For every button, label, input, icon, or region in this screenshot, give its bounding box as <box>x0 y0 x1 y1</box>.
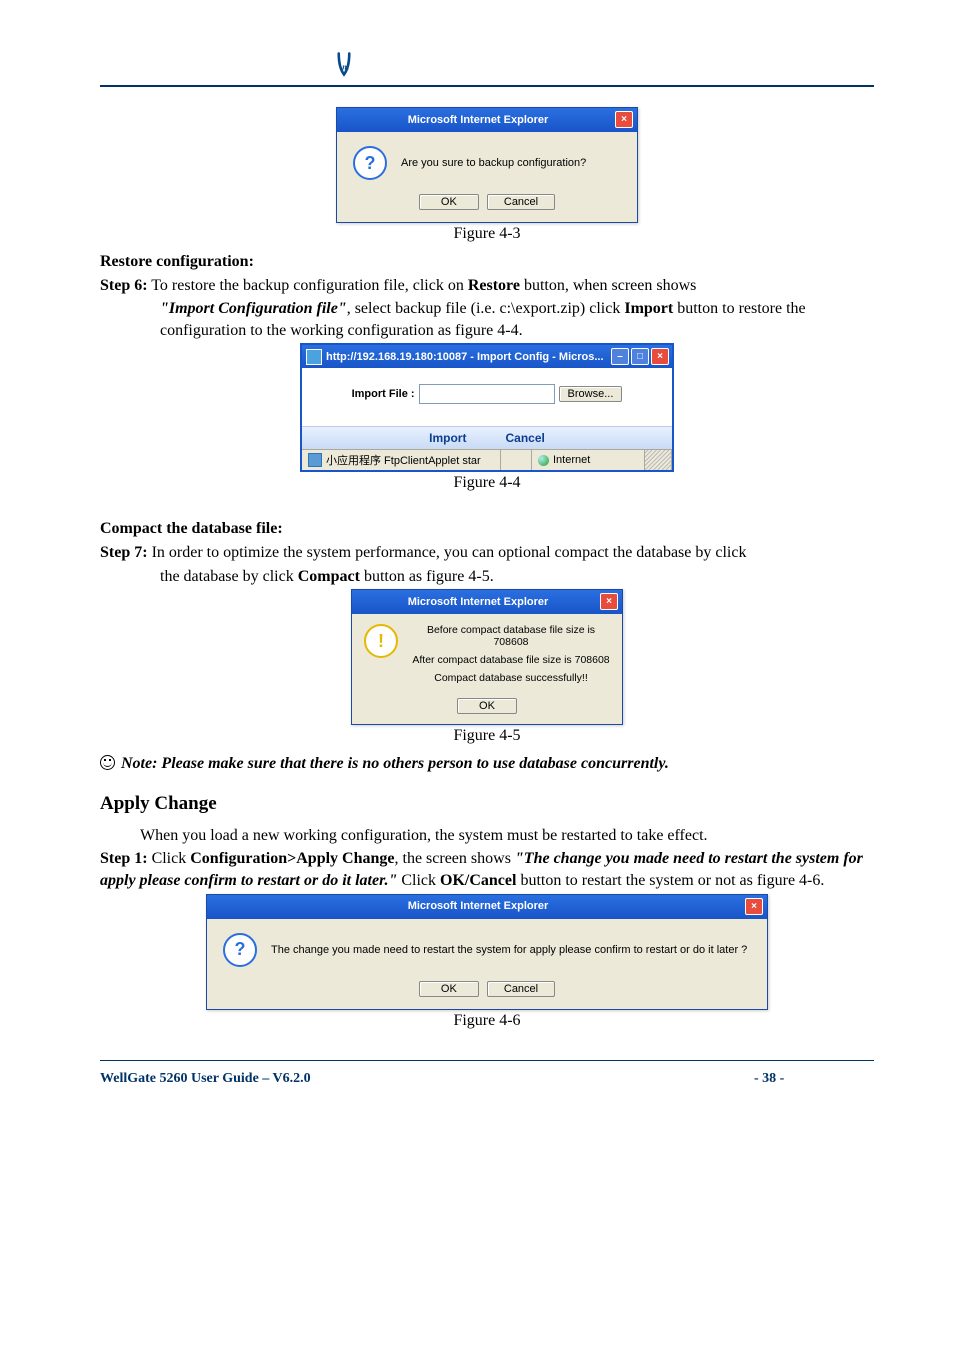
fig45-dialog: Microsoft Internet Explorer × ! Before c… <box>351 589 623 725</box>
fig43-message: Are you sure to backup configuration? <box>401 157 586 169</box>
close-icon[interactable]: × <box>615 111 633 128</box>
fig44-caption: Figure 4-4 <box>100 474 874 492</box>
question-icon: ? <box>353 146 387 180</box>
fig44-statusbar: 小应用程序 FtpClientApplet star Internet <box>302 449 672 470</box>
maximize-icon[interactable]: □ <box>631 348 649 365</box>
step7-label: Step 7: <box>100 544 148 561</box>
ok-button[interactable]: OK <box>419 194 479 210</box>
apply-change-heading: Apply Change <box>100 793 874 815</box>
fig45-msg1: Before compact database file size is 708… <box>412 624 610 648</box>
step6-label: Step 6: <box>100 277 148 294</box>
import-link[interactable]: Import <box>429 431 466 445</box>
restore-step: Step 6: To restore the backup configurat… <box>100 275 874 297</box>
compact-step: Step 7: In order to optimize the system … <box>100 542 874 564</box>
minimize-icon[interactable]: – <box>611 348 629 365</box>
fig44-window: http://192.168.19.180:10087 - Import Con… <box>300 343 674 472</box>
fig46-title: Microsoft Internet Explorer <box>213 900 743 912</box>
apply-step: Step 1: Click Configuration>Apply Change… <box>100 848 874 891</box>
fig46-caption: Figure 4-6 <box>100 1012 874 1030</box>
question-icon: ? <box>223 933 257 967</box>
fig45-title: Microsoft Internet Explorer <box>358 596 598 608</box>
applet-icon <box>308 453 322 467</box>
close-icon[interactable]: × <box>600 593 618 610</box>
footer-page: - 38 - <box>754 1071 874 1087</box>
resize-grip[interactable] <box>645 450 672 470</box>
warning-icon: ! <box>364 624 398 658</box>
brand-text: m <box>342 61 349 71</box>
fig45-titlebar: Microsoft Internet Explorer × <box>352 590 622 614</box>
browse-button[interactable]: Browse... <box>559 386 623 402</box>
cancel-button[interactable]: Cancel <box>487 194 555 210</box>
restore-heading: Restore configuration: <box>100 251 874 273</box>
import-file-input[interactable] <box>419 384 555 404</box>
compact-heading: Compact the database file: <box>100 518 874 540</box>
globe-icon <box>538 455 549 466</box>
footer-left: WellGate 5260 User Guide – V6.2.0 <box>100 1071 754 1087</box>
ok-button[interactable]: OK <box>419 981 479 997</box>
fig44-button-row: Import Cancel <box>302 426 672 449</box>
fig43-title: Microsoft Internet Explorer <box>343 114 613 126</box>
close-icon[interactable]: × <box>745 898 763 915</box>
brand-logo: m <box>330 50 358 78</box>
cancel-button[interactable]: Cancel <box>487 981 555 997</box>
fig43-caption: Figure 4-3 <box>100 225 874 243</box>
fig44-title: http://192.168.19.180:10087 - Import Con… <box>326 351 609 363</box>
restore-step-body: "Import Configuration file", select back… <box>160 298 874 341</box>
fig46-titlebar: Microsoft Internet Explorer × <box>207 895 767 919</box>
page-footer: WellGate 5260 User Guide – V6.2.0 - 38 - <box>100 1071 874 1087</box>
fig45-msg3: Compact database successfully!! <box>412 672 610 684</box>
fig43-dialog: Microsoft Internet Explorer × ? Are you … <box>336 107 638 223</box>
footer-rule <box>100 1060 874 1061</box>
fig46-message: The change you made need to restart the … <box>271 944 747 956</box>
fig43-titlebar: Microsoft Internet Explorer × <box>337 108 637 132</box>
ok-button[interactable]: OK <box>457 698 517 714</box>
fig46-dialog: Microsoft Internet Explorer × ? The chan… <box>206 894 768 1010</box>
close-icon[interactable]: × <box>651 348 669 365</box>
cancel-link[interactable]: Cancel <box>506 431 545 445</box>
apply-para1: When you load a new working configuratio… <box>100 825 874 847</box>
note-line: Note: Please make sure that there is no … <box>100 753 874 775</box>
fig45-caption: Figure 4-5 <box>100 727 874 745</box>
import-file-label: Import File : <box>352 388 415 400</box>
step1-label: Step 1: <box>100 850 148 867</box>
ie-icon <box>306 349 322 365</box>
fig45-msg2: After compact database file size is 7086… <box>412 654 610 666</box>
smiley-icon <box>100 755 115 770</box>
header-rule <box>100 85 874 87</box>
fig44-titlebar: http://192.168.19.180:10087 - Import Con… <box>302 345 672 368</box>
